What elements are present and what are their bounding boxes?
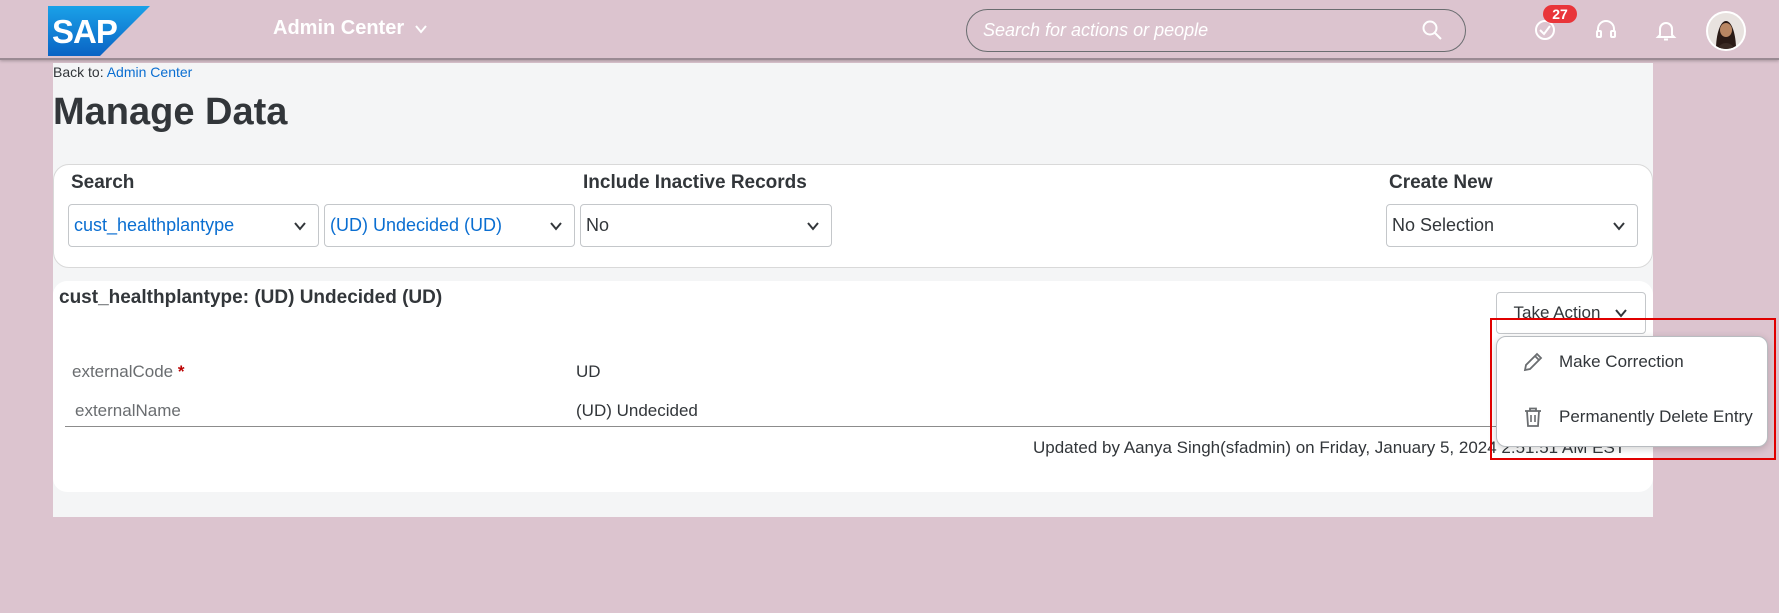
shell-header: SAP Admin Center 27 xyxy=(0,0,1779,60)
breadcrumb-prefix: Back to: xyxy=(53,64,104,80)
include-inactive-label: Include Inactive Records xyxy=(583,172,807,193)
notification-count-badge: 27 xyxy=(1543,5,1577,23)
chevron-down-icon xyxy=(294,221,306,231)
external-code-value: UD xyxy=(576,362,601,381)
sap-logo-text: SAP xyxy=(52,13,118,50)
external-code-label: externalCode * xyxy=(72,362,184,382)
search-label: Search xyxy=(71,172,135,193)
create-new-label: Create New xyxy=(1389,172,1493,193)
app-title: Admin Center xyxy=(273,17,405,39)
record-select[interactable]: (UD) Undecided (UD) xyxy=(324,204,575,247)
filter-panel: Search Include Inactive Records Create N… xyxy=(53,164,1653,268)
search-icon[interactable] xyxy=(1418,16,1446,44)
chevron-down-icon xyxy=(807,221,819,231)
user-avatar[interactable] xyxy=(1706,11,1746,51)
breadcrumb: Back to: Admin Center xyxy=(53,64,192,80)
page-title: Manage Data xyxy=(53,91,288,133)
external-name-label: externalName xyxy=(75,401,181,420)
required-indicator: * xyxy=(177,362,185,381)
object-type-select[interactable]: cust_healthplantype xyxy=(68,204,319,247)
global-search-field[interactable] xyxy=(966,9,1466,52)
chevron-down-icon xyxy=(550,221,562,231)
include-inactive-select[interactable]: No xyxy=(580,204,832,247)
create-new-value: No Selection xyxy=(1392,215,1495,235)
object-type-value: cust_healthplantype xyxy=(74,215,235,235)
page-content: Back to: Admin Center Manage Data Search… xyxy=(53,63,1653,517)
breadcrumb-link-admin-center[interactable]: Admin Center xyxy=(107,64,193,80)
create-new-select[interactable]: No Selection xyxy=(1386,204,1638,247)
headset-icon[interactable] xyxy=(1592,16,1620,44)
include-inactive-value: No xyxy=(586,215,610,235)
record-title: cust_healthplantype: (UD) Undecided (UD) xyxy=(59,287,443,308)
sap-logo[interactable]: SAP xyxy=(48,6,150,56)
divider xyxy=(65,426,1645,427)
external-name-value: (UD) Undecided xyxy=(576,401,698,420)
highlight-box xyxy=(1490,318,1776,460)
external-code-label-text: externalCode xyxy=(72,362,174,381)
chevron-down-icon xyxy=(415,24,427,34)
record-value: (UD) Undecided (UD) xyxy=(330,215,503,235)
bell-icon[interactable] xyxy=(1652,16,1680,44)
record-detail-card: cust_healthplantype: (UD) Undecided (UD)… xyxy=(53,281,1653,492)
chevron-down-icon xyxy=(1613,221,1625,231)
global-search-input[interactable] xyxy=(981,19,1451,42)
app-title-menu[interactable]: Admin Center xyxy=(273,17,428,40)
